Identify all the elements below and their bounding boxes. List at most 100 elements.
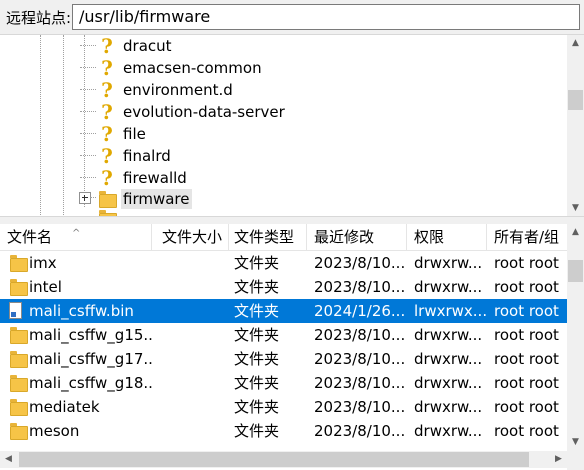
cell-perms: drwxrw...	[414, 350, 483, 368]
tree-vertical-scrollbar[interactable]: ▲ ▼	[567, 35, 584, 217]
scrollbar-thumb[interactable]	[19, 452, 529, 467]
question-icon: ?	[101, 122, 113, 146]
tree-item-label: environment.d	[123, 81, 233, 99]
address-label: 远程站点:	[6, 9, 72, 27]
column-header-label: 文件名	[7, 228, 53, 246]
remote-path-input[interactable]: /usr/lib/firmware	[72, 4, 580, 30]
cell-type: 文件夹	[234, 374, 280, 392]
table-row[interactable]: meson 文件夹 2023/8/10... drwxrw... root root	[0, 419, 567, 443]
cell-perms: lrwxrwx...	[414, 302, 486, 320]
remote-directory-tree: ? dracut ? emacsen-common ? environment.…	[0, 34, 584, 217]
cell-size	[160, 371, 226, 395]
cell-owner: root root	[494, 422, 559, 440]
cell-owner: root root	[494, 350, 559, 368]
scroll-right-icon[interactable]: ▶	[550, 451, 567, 468]
remote-file-list: 文件名 ^ 文件大小 文件类型 最近修改 权限 所有者/组 imx 文件夹 2023…	[0, 224, 584, 470]
cell-perms: drwxrw...	[414, 398, 483, 416]
cell-perms: drwxrw...	[414, 374, 483, 392]
tree-item-label: dracut	[123, 37, 172, 55]
tree-branch-line	[80, 111, 96, 112]
tree-branch-line	[80, 177, 96, 178]
scroll-left-icon[interactable]: ◀	[0, 451, 17, 468]
cell-size	[160, 395, 226, 419]
list-vertical-scrollbar[interactable]: ▲ ▼	[567, 224, 584, 451]
cell-size	[160, 323, 226, 347]
cell-name: mali_csffw_g18...	[29, 374, 153, 392]
table-row[interactable]: intel 文件夹 2023/8/10... drwxrw... root root	[0, 275, 567, 299]
cell-name: meson	[29, 422, 80, 440]
cell-modified: 2023/8/10...	[314, 398, 406, 416]
tree-guide-line	[84, 35, 85, 207]
folder-icon	[10, 399, 28, 416]
tree-guide-line	[40, 35, 41, 217]
cell-perms: drwxrw...	[414, 278, 483, 296]
cell-type: 文件夹	[234, 278, 280, 296]
cell-modified: 2024/1/26...	[314, 302, 406, 320]
column-header-type[interactable]: 文件类型	[227, 224, 307, 250]
scroll-down-icon[interactable]: ▼	[567, 200, 584, 217]
question-icon: ?	[101, 144, 113, 168]
question-icon: ?	[101, 100, 113, 124]
column-header-name[interactable]: 文件名 ^	[0, 224, 152, 250]
tree-item-label: firmware	[121, 189, 192, 209]
tree-branch-line	[80, 67, 96, 68]
cell-name: mali_csffw_g17...	[29, 350, 153, 368]
folder-icon	[99, 191, 117, 208]
cell-type: 文件夹	[234, 422, 280, 440]
cell-modified: 2023/8/10...	[314, 254, 406, 272]
address-bar: 远程站点: /usr/lib/firmware	[0, 0, 584, 34]
folder-icon	[10, 327, 28, 344]
scroll-up-icon[interactable]: ▲	[567, 224, 584, 241]
cell-modified: 2023/8/10...	[314, 374, 406, 392]
column-header-size[interactable]: 文件大小	[155, 224, 229, 250]
table-row[interactable]: mali_csffw_g18... 文件夹 2023/8/10... drwxrw..…	[0, 371, 567, 395]
cell-size	[160, 251, 226, 275]
column-header-modified[interactable]: 最近修改	[307, 224, 407, 250]
tree-branch-line	[80, 89, 96, 90]
question-icon: ?	[101, 34, 113, 58]
folder-icon	[10, 375, 28, 392]
table-row[interactable]: mali_csffw.bin 文件夹 2024/1/26... lrwxrwx... r…	[0, 299, 567, 323]
tree-item-label: emacsen-common	[123, 59, 262, 77]
cell-name: mediatek	[29, 398, 100, 416]
column-header-owner[interactable]: 所有者/组	[487, 224, 567, 250]
tree-branch-line	[80, 133, 96, 134]
tree-item-label: file	[123, 125, 146, 143]
cell-name: mali_csffw_g15...	[29, 326, 153, 344]
table-row[interactable]: imx 文件夹 2023/8/10... drwxrw... root root	[0, 251, 567, 275]
scrollbar-thumb[interactable]	[568, 90, 583, 110]
cell-type: 文件夹	[234, 398, 280, 416]
cell-type: 文件夹	[234, 254, 280, 272]
cell-name: imx	[29, 254, 57, 272]
cell-size	[160, 275, 226, 299]
scrollbar-thumb[interactable]	[568, 260, 583, 282]
tree-branch-line	[80, 45, 96, 46]
list-horizontal-scrollbar[interactable]: ◀ ▶	[0, 451, 567, 468]
tree-item-label: finalrd	[123, 147, 171, 165]
list-header: 文件名 ^ 文件大小 文件类型 最近修改 权限 所有者/组	[0, 224, 567, 251]
cell-owner: root root	[494, 374, 559, 392]
table-row[interactable]: mali_csffw_g15... 文件夹 2023/8/10... drwxrw..…	[0, 323, 567, 347]
cell-modified: 2023/8/10...	[314, 326, 406, 344]
tree-branch-line	[90, 197, 96, 198]
folder-icon	[10, 423, 28, 440]
table-row[interactable]: mediatek 文件夹 2023/8/10... drwxrw... root roo…	[0, 395, 567, 419]
table-row[interactable]: mali_csffw_g17... 文件夹 2023/8/10... drwxrw..…	[0, 347, 567, 371]
question-icon: ?	[101, 78, 113, 102]
cell-name: intel	[29, 278, 62, 296]
folder-icon	[10, 279, 28, 296]
cell-size	[160, 299, 226, 323]
cell-size	[160, 419, 226, 443]
tree-branch-line	[80, 155, 96, 156]
cell-perms: drwxrw...	[414, 422, 483, 440]
scroll-down-icon[interactable]: ▼	[567, 434, 584, 451]
tree-item-label: evolution-data-server	[123, 103, 285, 121]
file-link-icon	[9, 302, 22, 319]
cell-name: mali_csffw.bin	[29, 302, 134, 320]
cell-perms: drwxrw...	[414, 326, 483, 344]
folder-icon	[10, 351, 28, 368]
column-header-permissions[interactable]: 权限	[407, 224, 487, 250]
scroll-up-icon[interactable]: ▲	[567, 35, 584, 52]
folder-icon	[10, 255, 28, 272]
expand-icon[interactable]	[79, 192, 91, 204]
